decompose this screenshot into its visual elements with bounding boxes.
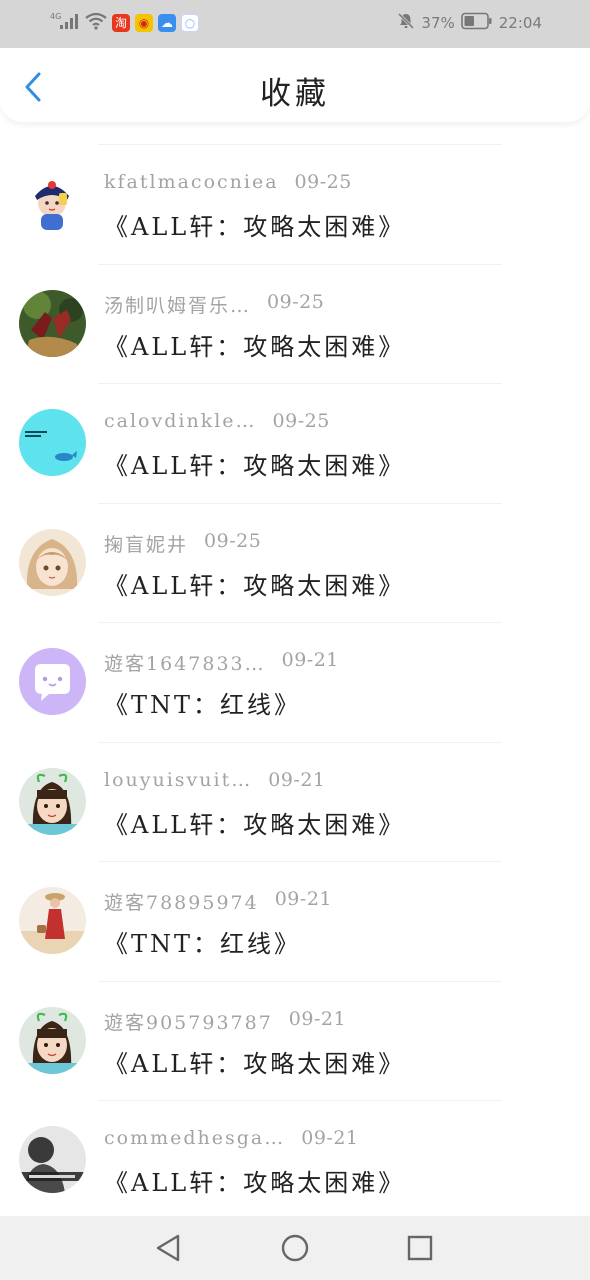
post-title: 《ALL轩：攻略太困难》 bbox=[104, 810, 406, 839]
status-left: 4G 淘 ◉ ☁ ○ bbox=[50, 10, 199, 36]
ring-app-icon: ○ bbox=[181, 14, 199, 32]
post-title: 《TNT：红线》 bbox=[104, 930, 302, 958]
post-title: 《ALL轩：攻略太困难》 bbox=[104, 213, 406, 241]
favorite-item[interactable]: commedhesga… 09-21 《ALL轩：攻略太困难》 bbox=[0, 1101, 590, 1220]
clock-time: 22:04 bbox=[498, 14, 542, 32]
avatar[interactable] bbox=[19, 289, 86, 357]
battery-percent: 37% bbox=[421, 14, 455, 32]
wifi-icon bbox=[85, 12, 107, 34]
meta-line: 遊客1647833… 09-21 bbox=[104, 649, 339, 675]
username: 汤制叭姆胥乐… bbox=[104, 294, 252, 317]
post-title: 《ALL轩：攻略太困难》 bbox=[104, 1049, 406, 1078]
username: 遊客905793787 bbox=[104, 1011, 273, 1034]
nav-recents-button[interactable] bbox=[401, 1229, 439, 1267]
favorite-item[interactable]: kfatlmacocniea 09-25 《ALL轩：攻略太困难》 bbox=[0, 145, 590, 264]
avatar[interactable] bbox=[19, 648, 86, 715]
date: 09-25 bbox=[272, 410, 330, 432]
avatar[interactable] bbox=[19, 887, 86, 954]
signal-4g-icon: 4G bbox=[50, 11, 80, 35]
circle-home-icon bbox=[281, 1234, 309, 1262]
system-nav-bar bbox=[0, 1216, 590, 1280]
meta-line: 遊客78895974 09-21 bbox=[104, 888, 332, 914]
status-right: 37% 22:04 bbox=[397, 10, 542, 36]
avatar[interactable] bbox=[19, 528, 86, 596]
favorite-item[interactable]: 遊客78895974 09-21 《TNT：红线》 bbox=[0, 862, 590, 981]
status-bar: 4G 淘 ◉ ☁ ○ 37% 22:04 bbox=[0, 0, 590, 48]
page-title: 收藏 bbox=[260, 76, 330, 112]
date: 09-21 bbox=[301, 1127, 359, 1149]
favorite-item[interactable]: louyuisvuit… 09-21 《ALL轩：攻略太困难》 bbox=[0, 743, 590, 862]
weibo-app-icon: ◉ bbox=[135, 14, 153, 32]
date: 09-25 bbox=[204, 529, 262, 552]
favorite-item[interactable]: 遊客1647833… 09-21 《TNT：红线》 bbox=[0, 623, 590, 742]
post-title: 《TNT：红线》 bbox=[104, 691, 302, 719]
post-title: 《ALL轩：攻略太困难》 bbox=[104, 1169, 406, 1197]
username: louyuisvuit… bbox=[104, 768, 253, 791]
date: 09-21 bbox=[288, 1007, 347, 1030]
username: commedhesga… bbox=[104, 1127, 286, 1149]
avatar[interactable] bbox=[19, 767, 86, 835]
meta-line: 遊客905793787 09-21 bbox=[104, 1008, 346, 1034]
meta-line: calovdinkle… 09-25 bbox=[104, 410, 330, 436]
date: 09-25 bbox=[267, 290, 325, 313]
username: 掬盲妮井 bbox=[104, 533, 189, 556]
date: 09-21 bbox=[281, 649, 339, 671]
meta-line: 掬盲妮井 09-25 bbox=[104, 530, 261, 556]
username: calovdinkle… bbox=[104, 410, 257, 432]
svg-text:4G: 4G bbox=[50, 12, 61, 21]
date: 09-21 bbox=[268, 768, 326, 791]
favorite-item[interactable]: 掬盲妮井 09-25 《ALL轩：攻略太困难》 bbox=[0, 504, 590, 623]
favorite-item[interactable]: 遊客905793787 09-21 《ALL轩：攻略太困难》 bbox=[0, 982, 590, 1101]
favorite-item[interactable]: calovdinkle… 09-25 《ALL轩：攻略太困难》 bbox=[0, 384, 590, 503]
post-title: 《ALL轩：攻略太困难》 bbox=[104, 452, 406, 480]
meta-line: commedhesga… 09-21 bbox=[104, 1127, 359, 1153]
username: 遊客1647833… bbox=[104, 653, 266, 675]
mute-bell-icon bbox=[397, 12, 415, 34]
title-bar: 收藏 bbox=[0, 48, 590, 122]
meta-line: kfatlmacocniea 09-25 bbox=[104, 171, 352, 197]
post-title: 《ALL轩：攻略太困难》 bbox=[104, 571, 406, 600]
date: 09-25 bbox=[294, 171, 352, 193]
favorite-item[interactable]: 汤制叭姆胥乐… 09-25 《ALL轩：攻略太困难》 bbox=[0, 265, 590, 384]
post-title: 《ALL轩：攻略太困难》 bbox=[104, 332, 406, 361]
nav-home-button[interactable] bbox=[276, 1229, 314, 1267]
avatar[interactable] bbox=[19, 409, 86, 476]
avatar[interactable] bbox=[19, 1126, 86, 1193]
avatar[interactable] bbox=[19, 1006, 86, 1074]
triangle-back-icon bbox=[156, 1234, 180, 1262]
battery-icon bbox=[460, 12, 493, 34]
cloud-app-icon: ☁ bbox=[158, 14, 176, 32]
username: kfatlmacocniea bbox=[104, 171, 279, 193]
username: 遊客78895974 bbox=[104, 892, 259, 914]
nav-back-button[interactable] bbox=[149, 1229, 187, 1267]
meta-line: 汤制叭姆胥乐… 09-25 bbox=[104, 291, 324, 317]
taobao-app-icon: 淘 bbox=[112, 14, 130, 32]
avatar[interactable] bbox=[19, 170, 86, 237]
date: 09-21 bbox=[274, 888, 332, 910]
meta-line: louyuisvuit… 09-21 bbox=[104, 769, 326, 795]
favorites-list: kfatlmacocniea 09-25 《ALL轩：攻略太困难》 汤制叭姆胥乐… bbox=[0, 144, 590, 1220]
square-recents-icon bbox=[407, 1235, 433, 1261]
